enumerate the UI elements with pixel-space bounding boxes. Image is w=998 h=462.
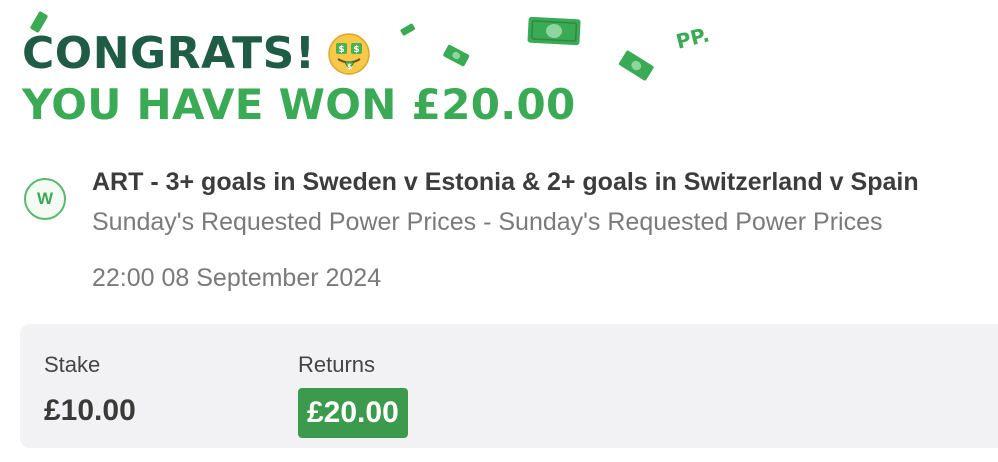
confetti-bill-icon [443,44,470,67]
stake-returns-panel: Stake Returns £10.00 £20.00 [20,324,998,448]
won-amount-title: YOU HAVE WON £20.00 [22,80,576,129]
returns-value-badge: £20.00 [298,388,408,438]
bet-datetime: 22:00 08 September 2024 [92,264,382,292]
confetti-bill-icon [618,50,654,81]
money-mouth-face-icon: $ $ $ [328,33,371,75]
stake-label: Stake [44,352,101,377]
confetti-bill-icon [400,23,416,36]
svg-text:$: $ [347,63,352,71]
confetti-text: PP. [673,22,712,54]
bet-title: ART - 3+ goals in Sweden v Estonia & 2+ … [92,168,919,196]
confetti-bill-icon [30,11,48,33]
bet-subtitle: Sunday's Requested Power Prices - Sunday… [92,208,883,236]
confetti-bill-icon [527,16,581,46]
returns-label: Returns [298,352,376,377]
stake-value: £10.00 [44,394,136,427]
svg-text:$: $ [339,45,345,55]
won-status-badge: W [24,178,66,220]
svg-text:$: $ [354,45,360,55]
congrats-title: CONGRATS! [22,28,316,79]
